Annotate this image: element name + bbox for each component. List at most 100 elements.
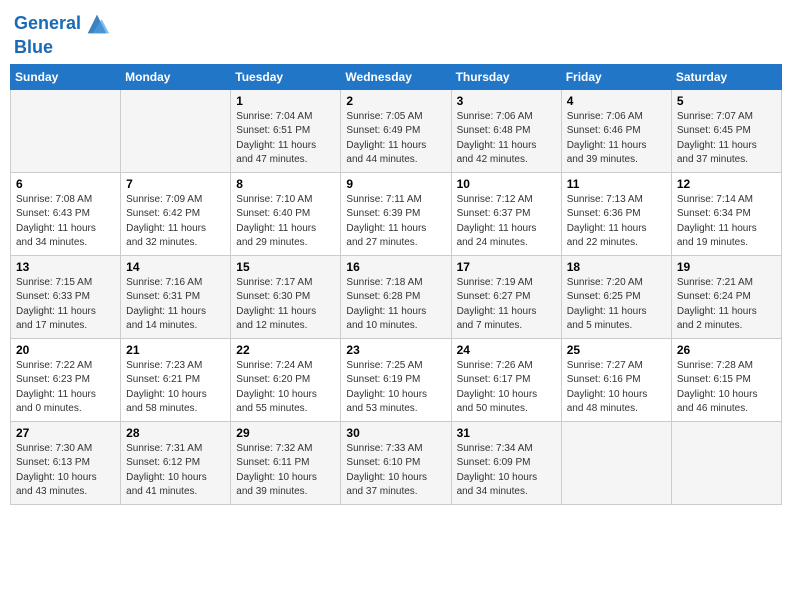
day-of-week-header: Tuesday <box>231 64 341 89</box>
day-of-week-header: Sunday <box>11 64 121 89</box>
day-info: Sunrise: 7:11 AMSunset: 6:39 PMDaylight:… <box>346 193 445 251</box>
calendar-cell: 3 Sunrise: 7:06 AMSunset: 6:48 PMDaylight… <box>451 89 561 172</box>
day-info: Sunrise: 7:05 AMSunset: 6:49 PMDaylight:… <box>346 110 445 168</box>
calendar-cell <box>561 421 671 504</box>
day-of-week-header: Monday <box>121 64 231 89</box>
calendar-cell: 5 Sunrise: 7:07 AMSunset: 6:45 PMDaylight… <box>671 89 781 172</box>
day-number: 10 <box>457 177 556 191</box>
day-number: 14 <box>126 260 225 274</box>
day-info: Sunrise: 7:21 AMSunset: 6:24 PMDaylight:… <box>677 276 776 334</box>
calendar-cell: 15Sunrise: 7:17 AMSunset: 6:30 PMDayligh… <box>231 255 341 338</box>
calendar-cell: 30 Sunrise: 7:33 AMSunset: 6:10 PMDayligh… <box>341 421 451 504</box>
calendar-cell: 16 Sunrise: 7:18 AMSunset: 6:28 PMDayligh… <box>341 255 451 338</box>
day-number: 7 <box>126 177 225 191</box>
day-of-week-header: Thursday <box>451 64 561 89</box>
calendar-cell: 14 Sunrise: 7:16 AMSunset: 6:31 PMDayligh… <box>121 255 231 338</box>
day-number: 20 <box>16 343 115 357</box>
day-info: Sunrise: 7:06 AMSunset: 6:48 PMDaylight:… <box>457 110 556 168</box>
day-number: 5 <box>677 94 776 108</box>
calendar-cell: 12 Sunrise: 7:14 AMSunset: 6:34 PMDayligh… <box>671 172 781 255</box>
calendar-cell: 17 Sunrise: 7:19 AMSunset: 6:27 PMDayligh… <box>451 255 561 338</box>
calendar-cell: 2 Sunrise: 7:05 AMSunset: 6:49 PMDaylight… <box>341 89 451 172</box>
day-number: 9 <box>346 177 445 191</box>
day-info: Sunrise: 7:15 AMSunset: 6:33 PMDaylight:… <box>16 276 115 334</box>
day-info: Sunrise: 7:16 AMSunset: 6:31 PMDaylight:… <box>126 276 225 334</box>
day-info: Sunrise: 7:34 AMSunset: 6:09 PMDaylight:… <box>457 442 556 500</box>
day-of-week-header: Friday <box>561 64 671 89</box>
day-number: 2 <box>346 94 445 108</box>
calendar-cell: 19Sunrise: 7:21 AMSunset: 6:24 PMDayligh… <box>671 255 781 338</box>
calendar-week-row: 6 Sunrise: 7:08 AMSunset: 6:43 PMDaylight… <box>11 172 782 255</box>
calendar-cell: 8Sunrise: 7:10 AMSunset: 6:40 PMDaylight… <box>231 172 341 255</box>
calendar-header: SundayMondayTuesdayWednesdayThursdayFrid… <box>11 64 782 89</box>
calendar-cell: 20 Sunrise: 7:22 AMSunset: 6:23 PMDayligh… <box>11 338 121 421</box>
calendar-cell: 6 Sunrise: 7:08 AMSunset: 6:43 PMDaylight… <box>11 172 121 255</box>
day-number: 16 <box>346 260 445 274</box>
day-info: Sunrise: 7:09 AMSunset: 6:42 PMDaylight:… <box>126 193 225 251</box>
calendar-cell <box>671 421 781 504</box>
day-info: Sunrise: 7:06 AMSunset: 6:46 PMDaylight:… <box>567 110 666 168</box>
day-info: Sunrise: 7:23 AMSunset: 6:21 PMDaylight:… <box>126 359 225 417</box>
calendar-cell: 18Sunrise: 7:20 AMSunset: 6:25 PMDayligh… <box>561 255 671 338</box>
day-of-week-header: Wednesday <box>341 64 451 89</box>
calendar-cell: 11Sunrise: 7:13 AMSunset: 6:36 PMDayligh… <box>561 172 671 255</box>
calendar-cell: 10Sunrise: 7:12 AMSunset: 6:37 PMDayligh… <box>451 172 561 255</box>
day-info: Sunrise: 7:33 AMSunset: 6:10 PMDaylight:… <box>346 442 445 500</box>
day-info: Sunrise: 7:26 AMSunset: 6:17 PMDaylight:… <box>457 359 556 417</box>
calendar-cell: 31 Sunrise: 7:34 AMSunset: 6:09 PMDayligh… <box>451 421 561 504</box>
day-number: 17 <box>457 260 556 274</box>
calendar-cell: 9 Sunrise: 7:11 AMSunset: 6:39 PMDaylight… <box>341 172 451 255</box>
day-number: 12 <box>677 177 776 191</box>
day-info: Sunrise: 7:19 AMSunset: 6:27 PMDaylight:… <box>457 276 556 334</box>
day-info: Sunrise: 7:30 AMSunset: 6:13 PMDaylight:… <box>16 442 115 500</box>
day-number: 29 <box>236 426 335 440</box>
day-number: 21 <box>126 343 225 357</box>
calendar-cell: 13Sunrise: 7:15 AMSunset: 6:33 PMDayligh… <box>11 255 121 338</box>
calendar-cell: 1 Sunrise: 7:04 AMSunset: 6:51 PMDaylight… <box>231 89 341 172</box>
calendar-cell: 21 Sunrise: 7:23 AMSunset: 6:21 PMDayligh… <box>121 338 231 421</box>
day-of-week-header: Saturday <box>671 64 781 89</box>
calendar-cell: 29Sunrise: 7:32 AMSunset: 6:11 PMDayligh… <box>231 421 341 504</box>
day-info: Sunrise: 7:14 AMSunset: 6:34 PMDaylight:… <box>677 193 776 251</box>
calendar-week-row: 20 Sunrise: 7:22 AMSunset: 6:23 PMDayligh… <box>11 338 782 421</box>
day-info: Sunrise: 7:22 AMSunset: 6:23 PMDaylight:… <box>16 359 115 417</box>
logo-icon <box>83 10 111 38</box>
day-info: Sunrise: 7:24 AMSunset: 6:20 PMDaylight:… <box>236 359 335 417</box>
day-number: 30 <box>346 426 445 440</box>
day-info: Sunrise: 7:31 AMSunset: 6:12 PMDaylight:… <box>126 442 225 500</box>
day-number: 23 <box>346 343 445 357</box>
day-info: Sunrise: 7:13 AMSunset: 6:36 PMDaylight:… <box>567 193 666 251</box>
day-number: 24 <box>457 343 556 357</box>
logo-text-blue: Blue <box>14 38 111 58</box>
day-number: 4 <box>567 94 666 108</box>
day-info: Sunrise: 7:27 AMSunset: 6:16 PMDaylight:… <box>567 359 666 417</box>
day-number: 8 <box>236 177 335 191</box>
day-number: 31 <box>457 426 556 440</box>
calendar-table: SundayMondayTuesdayWednesdayThursdayFrid… <box>10 64 782 505</box>
calendar-cell <box>11 89 121 172</box>
calendar-cell: 24 Sunrise: 7:26 AMSunset: 6:17 PMDayligh… <box>451 338 561 421</box>
calendar-cell: 22Sunrise: 7:24 AMSunset: 6:20 PMDayligh… <box>231 338 341 421</box>
day-number: 6 <box>16 177 115 191</box>
logo: General Blue <box>14 10 111 58</box>
calendar-cell <box>121 89 231 172</box>
day-number: 3 <box>457 94 556 108</box>
day-number: 27 <box>16 426 115 440</box>
calendar-week-row: 27 Sunrise: 7:30 AMSunset: 6:13 PMDayligh… <box>11 421 782 504</box>
calendar-week-row: 13Sunrise: 7:15 AMSunset: 6:33 PMDayligh… <box>11 255 782 338</box>
day-number: 26 <box>677 343 776 357</box>
day-info: Sunrise: 7:04 AMSunset: 6:51 PMDaylight:… <box>236 110 335 168</box>
calendar-cell: 4 Sunrise: 7:06 AMSunset: 6:46 PMDaylight… <box>561 89 671 172</box>
calendar-cell: 28Sunrise: 7:31 AMSunset: 6:12 PMDayligh… <box>121 421 231 504</box>
day-number: 25 <box>567 343 666 357</box>
day-info: Sunrise: 7:08 AMSunset: 6:43 PMDaylight:… <box>16 193 115 251</box>
logo-text: General <box>14 14 81 34</box>
calendar-body: 1 Sunrise: 7:04 AMSunset: 6:51 PMDaylight… <box>11 89 782 504</box>
day-number: 1 <box>236 94 335 108</box>
day-info: Sunrise: 7:18 AMSunset: 6:28 PMDaylight:… <box>346 276 445 334</box>
day-number: 18 <box>567 260 666 274</box>
calendar-cell: 23Sunrise: 7:25 AMSunset: 6:19 PMDayligh… <box>341 338 451 421</box>
page-header: General Blue <box>10 10 782 58</box>
day-info: Sunrise: 7:07 AMSunset: 6:45 PMDaylight:… <box>677 110 776 168</box>
day-info: Sunrise: 7:28 AMSunset: 6:15 PMDaylight:… <box>677 359 776 417</box>
